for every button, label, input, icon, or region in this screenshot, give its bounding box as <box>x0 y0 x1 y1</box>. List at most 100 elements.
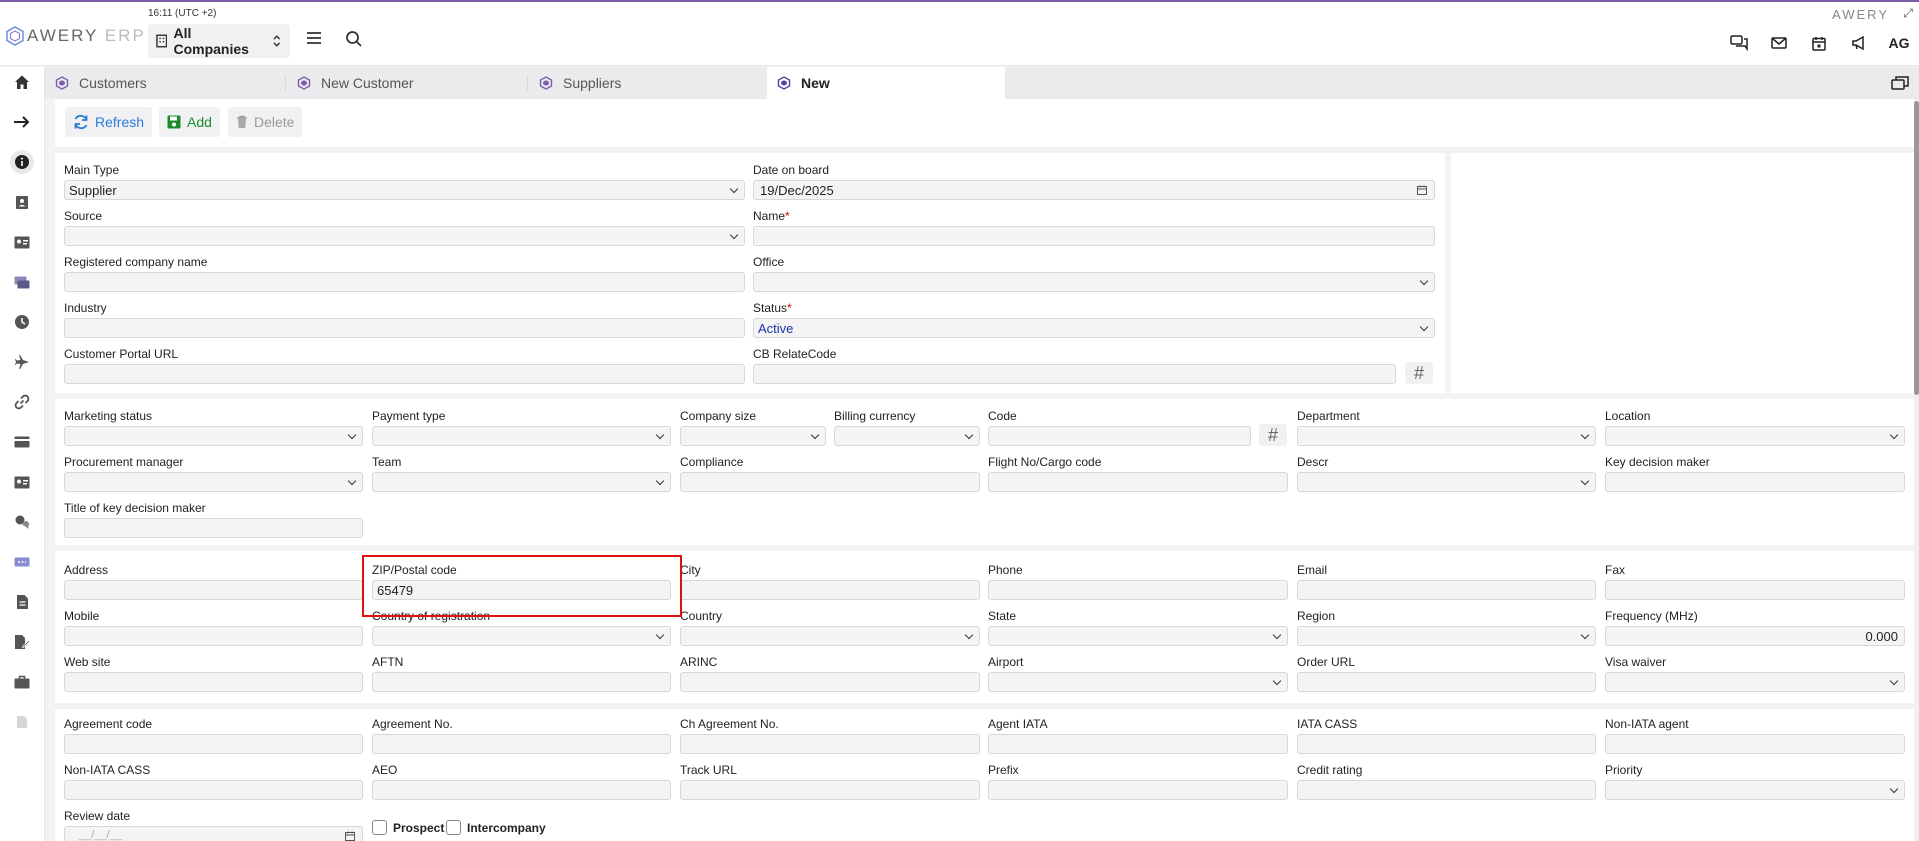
mobile-input[interactable] <box>64 626 363 646</box>
megaphone-icon[interactable] <box>1839 28 1879 58</box>
flight-no-input[interactable] <box>988 472 1288 492</box>
email-input[interactable] <box>1297 580 1596 600</box>
company-select[interactable]: All Companies <box>148 24 290 58</box>
search-icon[interactable] <box>345 30 363 48</box>
arrow-right-icon[interactable] <box>10 110 34 134</box>
airport-select[interactable] <box>988 672 1288 692</box>
location-select[interactable] <box>1605 426 1905 446</box>
tab-customers[interactable]: Customers <box>45 67 283 99</box>
review-date-input[interactable]: __/__/__ <box>64 826 363 841</box>
registered-company-name-input[interactable] <box>64 272 745 292</box>
non-iata-agent-input[interactable] <box>1605 734 1905 754</box>
app-logo[interactable]: AWERY ERP <box>5 26 146 46</box>
web-site-input[interactable] <box>64 672 363 692</box>
agreement-no-input[interactable] <box>372 734 671 754</box>
windows-icon[interactable] <box>1891 75 1909 91</box>
industry-input[interactable] <box>64 318 745 338</box>
document-icon[interactable] <box>10 590 34 614</box>
office-select[interactable] <box>753 272 1435 292</box>
code-input[interactable] <box>988 426 1251 446</box>
city-input[interactable] <box>680 580 980 600</box>
checkbox-box[interactable] <box>446 820 461 835</box>
plane-icon[interactable] <box>10 350 34 374</box>
status-select[interactable]: Active <box>753 318 1435 338</box>
agent-iata-input[interactable] <box>988 734 1288 754</box>
ticket-icon[interactable] <box>10 550 34 574</box>
briefcase-icon[interactable] <box>10 670 34 694</box>
support-chat-icon[interactable] <box>10 510 34 534</box>
mail-icon[interactable] <box>1759 28 1799 58</box>
billing-currency-select[interactable] <box>834 426 980 446</box>
region-select[interactable] <box>1297 626 1596 646</box>
arinc-input[interactable] <box>680 672 980 692</box>
expand-icon[interactable]: ⤢ <box>1903 6 1913 21</box>
contact-book-icon[interactable] <box>10 190 34 214</box>
company-size-select[interactable] <box>680 426 826 446</box>
chat-icon[interactable] <box>1719 28 1759 58</box>
id-card-icon[interactable] <box>10 230 34 254</box>
delete-button[interactable]: Delete <box>228 107 303 137</box>
tab-suppliers[interactable]: Suppliers <box>529 67 767 99</box>
fax-input[interactable] <box>1605 580 1905 600</box>
address-input[interactable] <box>64 580 363 600</box>
frequency-input[interactable]: 0.000 <box>1605 626 1905 646</box>
generate-code-button[interactable]: # <box>1259 424 1287 446</box>
compliance-input[interactable] <box>680 472 980 492</box>
customer-portal-url-input[interactable] <box>64 364 745 384</box>
calendar-icon[interactable] <box>345 831 355 841</box>
scrollbar[interactable] <box>1914 99 1919 841</box>
order-url-input[interactable] <box>1297 672 1596 692</box>
descr-select[interactable] <box>1297 472 1596 492</box>
state-select[interactable] <box>988 626 1288 646</box>
tab-new-customer[interactable]: New Customer <box>287 67 525 99</box>
link-icon[interactable] <box>10 390 34 414</box>
priority-select[interactable] <box>1605 780 1905 800</box>
calendar-icon[interactable] <box>1799 28 1839 58</box>
intercompany-checkbox[interactable]: Intercompany <box>446 820 546 835</box>
prospect-checkbox[interactable]: Prospect <box>372 820 444 835</box>
cb-relatecode-input[interactable] <box>753 364 1396 384</box>
agreement-code-input[interactable] <box>64 734 363 754</box>
add-button[interactable]: Add <box>159 107 220 137</box>
marketing-status-select[interactable] <box>64 426 363 446</box>
card-icon[interactable] <box>10 430 34 454</box>
phone-label: Phone <box>988 563 1023 577</box>
country-of-registration-select[interactable] <box>372 626 671 646</box>
checkbox-box[interactable] <box>372 820 387 835</box>
tab-new[interactable]: New <box>767 67 1005 99</box>
title-key-decision-maker-input[interactable] <box>64 518 363 538</box>
aeo-input[interactable] <box>372 780 671 800</box>
file-icon[interactable] <box>10 710 34 734</box>
clock-icon[interactable] <box>10 310 34 334</box>
info-icon[interactable] <box>10 150 34 174</box>
visa-waiver-select[interactable] <box>1605 672 1905 692</box>
profile-card-icon[interactable] <box>10 470 34 494</box>
credit-rating-input[interactable] <box>1297 780 1596 800</box>
non-iata-cass-input[interactable] <box>64 780 363 800</box>
refresh-button[interactable]: Refresh <box>65 107 153 137</box>
scrollbar-thumb[interactable] <box>1914 101 1919 395</box>
aftn-input[interactable] <box>372 672 671 692</box>
payment-type-select[interactable] <box>372 426 671 446</box>
phone-input[interactable] <box>988 580 1288 600</box>
payment-cards-icon[interactable] <box>10 270 34 294</box>
name-input[interactable] <box>753 226 1435 246</box>
key-decision-maker-input[interactable] <box>1605 472 1905 492</box>
track-url-input[interactable] <box>680 780 980 800</box>
department-select[interactable] <box>1297 426 1596 446</box>
team-select[interactable] <box>372 472 671 492</box>
prefix-input[interactable] <box>988 780 1288 800</box>
iata-cass-input[interactable] <box>1297 734 1596 754</box>
procurement-manager-select[interactable] <box>64 472 363 492</box>
calendar-icon[interactable] <box>1417 185 1427 195</box>
country-select[interactable] <box>680 626 980 646</box>
edit-document-icon[interactable] <box>10 630 34 654</box>
ch-agreement-no-input[interactable] <box>680 734 980 754</box>
source-select[interactable] <box>64 226 745 246</box>
generate-relatecode-button[interactable]: # <box>1405 362 1433 384</box>
avatar[interactable]: AG <box>1879 28 1919 58</box>
date-on-board-field[interactable]: 19/Dec/2025 <box>753 180 1435 200</box>
home-icon[interactable] <box>10 70 34 94</box>
hamburger-menu-icon[interactable] <box>304 30 324 46</box>
main-type-select[interactable]: Supplier <box>64 180 745 200</box>
